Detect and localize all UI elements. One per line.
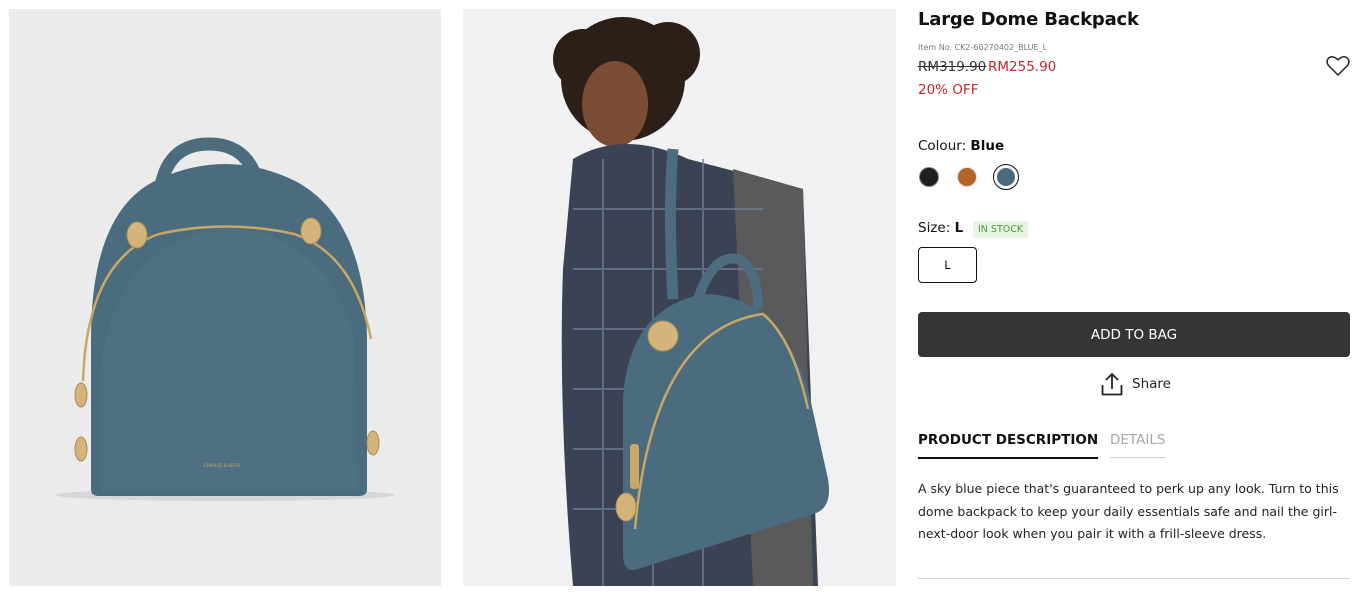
product-description-text: A sky blue piece that's guaranteed to pe… (918, 481, 1339, 541)
size-option-l[interactable]: L (918, 247, 977, 283)
sale-price: RM255.90 (988, 59, 1057, 75)
model-illustration (463, 9, 896, 586)
share-button[interactable]: Share (1101, 371, 1171, 397)
product-image-main[interactable]: CHARLES & KEITH (9, 9, 441, 586)
stock-status-badge: IN STOCK (973, 221, 1029, 238)
discount-label: 20% OFF (918, 82, 979, 98)
product-title: Large Dome Backpack (918, 9, 1139, 30)
backpack-illustration: CHARLES & KEITH (55, 137, 395, 501)
wishlist-button[interactable] (1326, 55, 1350, 77)
selected-size: L (954, 220, 964, 236)
tab-product-description[interactable]: PRODUCT DESCRIPTION (918, 432, 1099, 459)
add-to-bag-button[interactable]: ADD TO BAG (918, 312, 1350, 357)
share-label: Share (1132, 376, 1171, 392)
share-upload-icon (1101, 373, 1123, 396)
selected-colour: Blue (970, 138, 1005, 154)
colour-selector-label: Colour: Blue (918, 138, 1004, 154)
bag-logo-text: CHARLES & KEITH (204, 463, 240, 468)
item-number: Item No. CK2-60270402_BLUE_L (918, 43, 1048, 52)
colour-label: Colour: (918, 138, 967, 154)
tab-details[interactable]: DETAILS (1110, 432, 1166, 458)
product-image-model[interactable] (463, 9, 896, 586)
size-label: Size: (918, 220, 951, 236)
swatch-blue-selected[interactable] (993, 164, 1019, 190)
swatch-cognac[interactable] (957, 167, 977, 187)
swatch-blue-fill (996, 167, 1015, 186)
swatch-black[interactable] (919, 167, 939, 187)
original-price: RM319.90 (918, 59, 987, 75)
divider (918, 578, 1350, 579)
heart-icon (1326, 56, 1350, 76)
size-selector-label: Size: L (918, 220, 963, 236)
